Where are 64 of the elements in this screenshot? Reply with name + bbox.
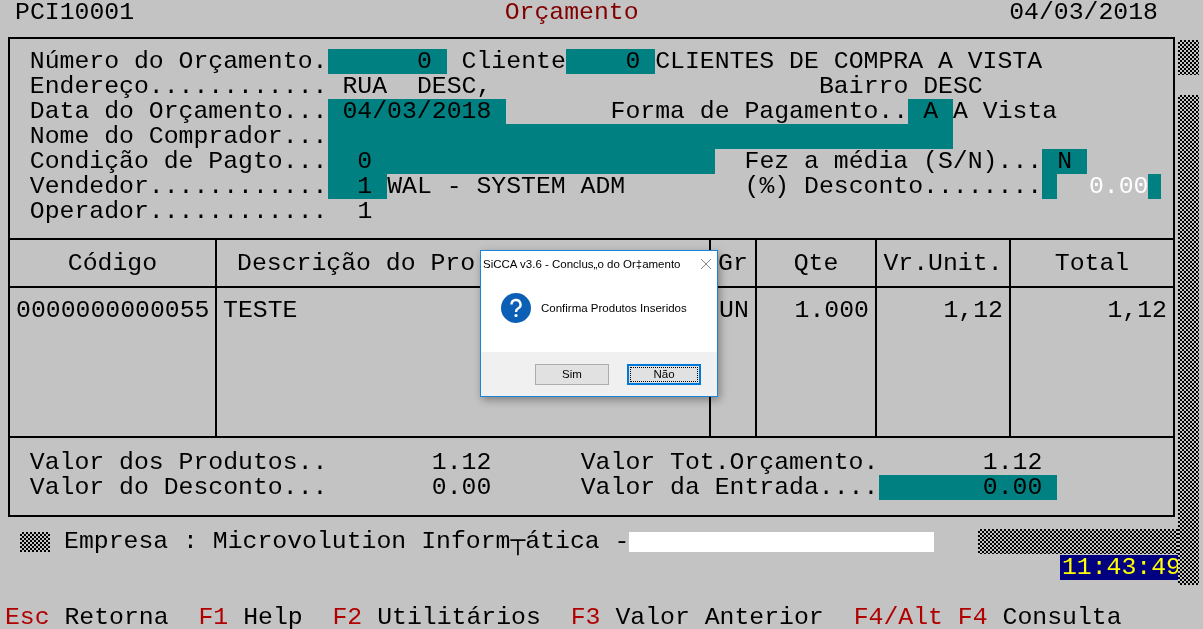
- field-label: Data do Orçamento...: [29, 99, 328, 124]
- field-value: WAL - SYSTEM ADM: [387, 174, 626, 199]
- total-label: Valor Tot.Orçamento.: [580, 450, 879, 475]
- key-action[interactable]: Consulta: [1002, 605, 1122, 629]
- table-cell-text: 1,12: [1106, 295, 1168, 326]
- program-id: PCI10001: [15, 0, 135, 25]
- form-field[interactable]: 0: [327, 49, 447, 74]
- field-label: Número do Orçamento.: [29, 49, 328, 74]
- form-field[interactable]: 0.00: [878, 475, 1058, 500]
- column-header: Vr.Unit.: [877, 240, 1011, 288]
- field-label: Fez a média (S/N)...: [744, 149, 1043, 174]
- question-icon: [501, 293, 531, 323]
- close-icon[interactable]: [701, 259, 711, 269]
- field-label: Condição de Pagto...: [29, 149, 328, 174]
- form-field[interactable]: N: [1042, 149, 1087, 174]
- form-field[interactable]: 04/03/2018: [327, 99, 507, 124]
- field-value: RUA DESC,: [342, 74, 492, 99]
- field-label: Nome do Comprador...: [29, 124, 328, 149]
- scrollbar-button[interactable]: [1178, 40, 1199, 75]
- field-label: (%) Desconto........: [744, 174, 1043, 199]
- key-action[interactable]: Valor Anterior: [615, 605, 824, 629]
- table-cell: 1.000: [757, 288, 877, 436]
- table-cell: 0000000000055: [10, 288, 217, 436]
- key-name[interactable]: F1: [198, 605, 229, 629]
- dialog-button[interactable]: Não: [627, 363, 701, 385]
- form-field[interactable]: 0: [565, 49, 656, 74]
- field-label: Vendedor............: [29, 174, 328, 199]
- key-action[interactable]: Utilitários: [377, 605, 541, 629]
- total-label: Valor do Desconto...: [29, 475, 328, 500]
- form-field[interactable]: A: [908, 99, 953, 124]
- total-value: 1.12: [982, 450, 1043, 475]
- total-value: 1.12: [431, 450, 492, 475]
- company-name: Empresa : Microvolution Inform┬ática -: [64, 529, 630, 554]
- column-header: Total: [1011, 240, 1173, 288]
- field-label: Operador............: [29, 199, 328, 224]
- scrollbar[interactable]: [1178, 95, 1199, 585]
- field-label: Cliente: [461, 49, 566, 74]
- shade-block: [20, 531, 50, 552]
- total-label: Valor da Entrada....: [580, 475, 879, 500]
- dialog-title: SiCCA v3.6 - Conclus„o do Or‡amento: [483, 257, 681, 271]
- screen-title: Orçamento: [504, 0, 639, 25]
- date: 04/03/2018: [1009, 0, 1158, 25]
- key-name[interactable]: Esc: [4, 605, 50, 629]
- total-label: Valor dos Produtos..: [29, 450, 328, 475]
- form-field[interactable]: 0: [327, 149, 715, 174]
- column-header: Código: [10, 240, 217, 288]
- key-action[interactable]: Retorna: [64, 605, 169, 629]
- column-header: Qte: [757, 240, 877, 288]
- field-value: CLIENTES DE COMPRA A VISTA: [655, 49, 1043, 74]
- form-field[interactable]: 1: [327, 174, 388, 199]
- form-field[interactable]: [327, 124, 953, 149]
- key-name[interactable]: F3: [570, 605, 601, 629]
- table-cell: 1,12: [877, 288, 1011, 436]
- total-value: 0.00: [431, 475, 492, 500]
- key-name[interactable]: F4/Alt F4: [853, 605, 988, 629]
- field-value: A Vista: [953, 99, 1058, 124]
- dialog-message: Confirma Produtos Inseridos: [541, 301, 687, 315]
- field-label: Forma de Pagamento..: [610, 99, 909, 124]
- field-value: 1: [357, 199, 373, 224]
- field-value: Bairro DESC: [819, 74, 983, 99]
- key-action[interactable]: Help: [243, 605, 303, 629]
- key-name[interactable]: F2: [332, 605, 363, 629]
- field-label: Endereço............: [29, 74, 328, 99]
- dialog-button[interactable]: Sim: [535, 363, 609, 385]
